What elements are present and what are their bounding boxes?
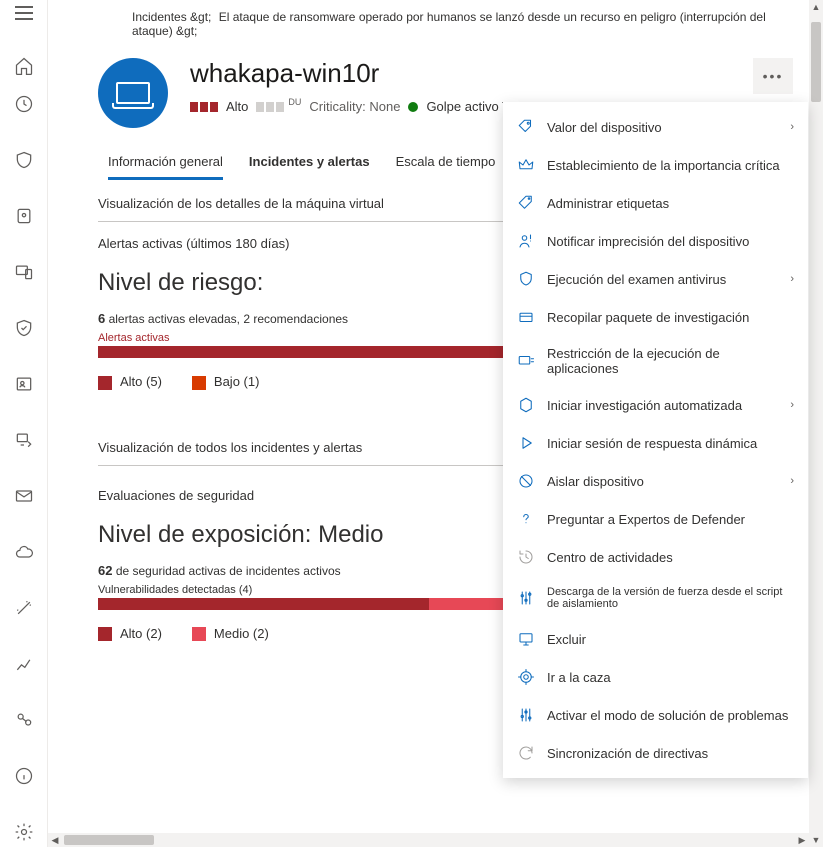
menu-force-download[interactable]: Descarga de la versión de fuerza desde e…: [503, 576, 808, 620]
more-actions-button[interactable]: •••: [753, 58, 793, 94]
restrict-icon: [517, 352, 535, 370]
legend-swatch-med: [192, 627, 206, 641]
target-icon: [517, 668, 535, 686]
chevron-right-icon: ›: [790, 273, 794, 285]
breadcrumb[interactable]: Incidentes &gt; El ataque de ransomware …: [48, 6, 809, 44]
settings-icon[interactable]: [14, 822, 34, 842]
tab-timeline[interactable]: Escala de tiempo: [396, 154, 496, 180]
block-icon: [517, 472, 535, 490]
reports-icon[interactable]: [14, 654, 34, 674]
tab-overview[interactable]: Información general: [108, 154, 223, 180]
shield-scan-icon: [517, 270, 535, 288]
mail-icon[interactable]: [14, 486, 34, 506]
menu-icon[interactable]: [14, 6, 34, 20]
scroll-right-icon[interactable]: ▶: [795, 833, 809, 847]
menu-collect-package[interactable]: Recopilar paquete de investigación: [503, 298, 808, 336]
horizontal-scrollbar[interactable]: ◀ ▶: [48, 833, 809, 847]
menu-action-center[interactable]: Centro de actividades: [503, 538, 808, 576]
monitor-icon: [517, 630, 535, 648]
chevron-right-icon: ›: [790, 121, 794, 133]
left-nav-rail: [0, 0, 48, 847]
scrollbar-thumb-h[interactable]: [64, 835, 154, 845]
device-actions-menu: Valor del dispositivo› Establecimiento d…: [503, 102, 808, 778]
device-title: whakapa-win10r: [190, 58, 809, 89]
contact-icon[interactable]: [14, 374, 34, 394]
exposure-bars: [256, 102, 284, 112]
scroll-left-icon[interactable]: ◀: [48, 833, 62, 847]
home-icon[interactable]: [14, 56, 34, 76]
learn-icon[interactable]: [14, 710, 34, 730]
menu-go-hunt[interactable]: Ir a la caza: [503, 658, 808, 696]
shield-icon[interactable]: [14, 150, 34, 170]
crown-icon: [517, 156, 535, 174]
package-icon: [517, 308, 535, 326]
menu-restrict-apps[interactable]: Restricción de la ejecución de aplicacio…: [503, 336, 808, 386]
risk-bars: [190, 102, 218, 112]
sliders2-icon: [517, 706, 535, 724]
secure-icon[interactable]: [14, 318, 34, 338]
gear-outline-icon: [517, 396, 535, 414]
du-label: DU: [288, 97, 301, 107]
menu-report-inaccuracy[interactable]: Notificar imprecisión del dispositivo: [503, 222, 808, 260]
menu-troubleshoot[interactable]: Activar el modo de solución de problemas: [503, 696, 808, 734]
person-alert-icon: [517, 232, 535, 250]
wand-icon[interactable]: [14, 598, 34, 618]
menu-device-value[interactable]: Valor del dispositivo›: [503, 108, 808, 146]
menu-auto-investigation[interactable]: Iniciar investigación automatizada›: [503, 386, 808, 424]
vertical-scrollbar[interactable]: ▲ ▼: [809, 0, 823, 847]
laptop-icon: [116, 82, 150, 104]
chevron-right-icon: ›: [790, 475, 794, 487]
devices-icon[interactable]: [14, 262, 34, 282]
history-icon: [517, 548, 535, 566]
tags-icon: [517, 194, 535, 212]
scroll-down-icon[interactable]: ▼: [809, 833, 823, 847]
legend-swatch-low: [192, 376, 206, 390]
sync-icon: [517, 744, 535, 762]
chevron-right-icon: ›: [790, 399, 794, 411]
endpoint-icon[interactable]: [14, 430, 34, 450]
clock-icon[interactable]: [14, 94, 34, 114]
device-avatar: [98, 58, 168, 128]
sliders-icon: [517, 589, 535, 607]
criticality-label: Criticality: None: [309, 99, 400, 114]
menu-ask-experts[interactable]: Preguntar a Expertos de Defender: [503, 500, 808, 538]
menu-manage-tags[interactable]: Administrar etiquetas: [503, 184, 808, 222]
scrollbar-thumb[interactable]: [811, 22, 821, 102]
play-icon: [517, 434, 535, 452]
menu-exclude[interactable]: Excluir: [503, 620, 808, 658]
cloud-icon[interactable]: [14, 542, 34, 562]
tag-icon: [517, 118, 535, 136]
tab-incidents[interactable]: Incidentes y alertas: [249, 154, 370, 180]
legend-swatch-high: [98, 376, 112, 390]
menu-isolate[interactable]: Aislar dispositivo›: [503, 462, 808, 500]
info-icon[interactable]: [14, 766, 34, 786]
asset-icon[interactable]: [14, 206, 34, 226]
menu-policy-sync[interactable]: Sincronización de directivas: [503, 734, 808, 772]
menu-criticality[interactable]: Establecimiento de la importancia crític…: [503, 146, 808, 184]
risk-label: Alto: [226, 99, 248, 114]
scroll-up-icon[interactable]: ▲: [809, 0, 823, 14]
question-icon: [517, 510, 535, 528]
status-dot-icon: [408, 102, 418, 112]
legend-swatch-high2: [98, 627, 112, 641]
menu-live-response[interactable]: Iniciar sesión de respuesta dinámica: [503, 424, 808, 462]
menu-run-av[interactable]: Ejecución del examen antivirus›: [503, 260, 808, 298]
